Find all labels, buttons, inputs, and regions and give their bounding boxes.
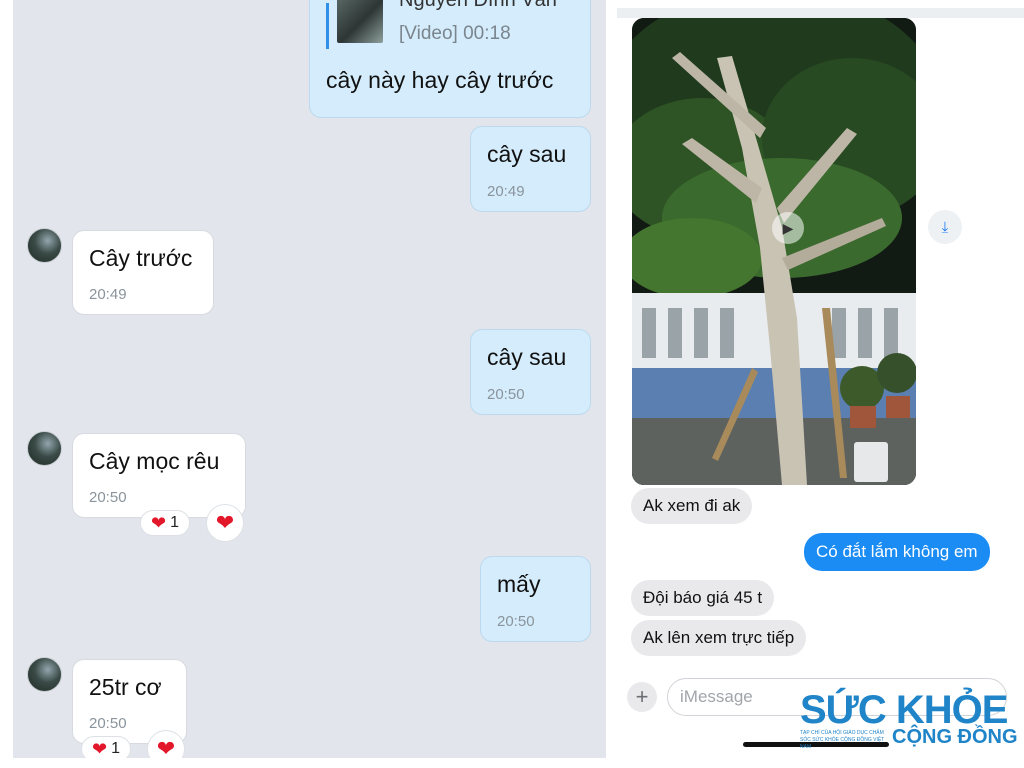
quoted-reply-bubble[interactable]: Nguyễn Đình Văn [Video] 00:18 cây này ha… <box>309 0 591 118</box>
top-divider <box>617 8 1024 18</box>
react-heart-button[interactable]: ❤ <box>206 504 244 542</box>
plus-icon[interactable]: + <box>627 682 657 712</box>
message-bubble-incoming[interactable]: Ak xem đi ak <box>631 488 753 524</box>
message-time: 20:50 <box>487 386 525 403</box>
message-text: Cây trước <box>89 245 193 271</box>
reaction-count: 1 <box>111 740 120 757</box>
heart-icon: ❤ <box>215 510 235 535</box>
screenshot-collage: Nguyễn Đình Văn [Video] 00:18 cây này ha… <box>0 0 1024 768</box>
imessage-chat-panel: ▶ ⤓ Ak xem đi ak Có đắt lắm không em Đội… <box>617 0 1024 768</box>
message-bubble-outgoing[interactable]: cây sau 20:49 <box>470 126 591 212</box>
play-icon[interactable]: ▶ <box>772 212 804 244</box>
save-to-device-icon[interactable]: ⤓ <box>928 210 962 244</box>
message-time: 20:50 <box>497 613 535 630</box>
message-text: cây sau <box>487 141 567 167</box>
logo-tagline: TẠP CHÍ CỦA HỘI GIÁO DỤC CHĂM SÓC SỨC KH… <box>800 730 885 750</box>
message-time: 20:50 <box>89 715 127 732</box>
quoted-video-label: [Video] 00:18 <box>399 23 511 44</box>
reaction-summary[interactable]: ❤ 1 <box>81 736 131 758</box>
message-bubble-outgoing[interactable]: cây sau 20:50 <box>470 329 591 415</box>
sk-logo: SỨC KHỎE TẠP CHÍ CỦA HỘI GIÁO DỤC CHĂM S… <box>800 688 1018 754</box>
message-bubble-incoming[interactable]: Đội báo giá 45 t <box>631 580 775 616</box>
message-time: 20:49 <box>487 183 525 200</box>
message-bubble-incoming[interactable]: Cây trước 20:49 <box>72 230 214 315</box>
zalo-chat-panel: Nguyễn Đình Văn [Video] 00:18 cây này ha… <box>13 0 606 758</box>
quoted-video-reference[interactable]: Nguyễn Đình Văn [Video] 00:18 <box>326 0 566 49</box>
video-thumbnail <box>337 0 383 43</box>
avatar[interactable] <box>27 431 62 466</box>
message-bubble-incoming[interactable]: Ak lên xem trực tiếp <box>631 620 807 656</box>
video-message[interactable]: ▶ <box>632 18 916 485</box>
heart-icon: ❤ <box>156 736 176 758</box>
message-bubble-outgoing[interactable]: Có đắt lắm không em <box>804 533 990 571</box>
heart-icon: ❤ <box>92 738 108 759</box>
message-text: cây này hay cây trước <box>326 67 554 93</box>
heart-icon: ❤ <box>151 512 167 533</box>
message-text: mấy <box>497 571 541 597</box>
avatar[interactable] <box>27 657 62 692</box>
reaction-summary[interactable]: ❤ 1 <box>140 510 190 536</box>
reaction-count: 1 <box>170 514 179 531</box>
message-time: 20:49 <box>89 286 127 303</box>
message-text: 25tr cơ <box>89 674 162 700</box>
video-preview-image <box>632 18 916 485</box>
quoted-sender-name: Nguyễn Đình Văn <box>399 0 557 11</box>
message-bubble-outgoing[interactable]: mấy 20:50 <box>480 556 591 642</box>
logo-subtitle: CỘNG ĐỒNG <box>892 726 1018 748</box>
message-time: 20:50 <box>89 489 127 506</box>
message-text: cây sau <box>487 344 567 370</box>
avatar[interactable] <box>27 228 62 263</box>
message-text: Cây mọc rêu <box>89 448 220 474</box>
